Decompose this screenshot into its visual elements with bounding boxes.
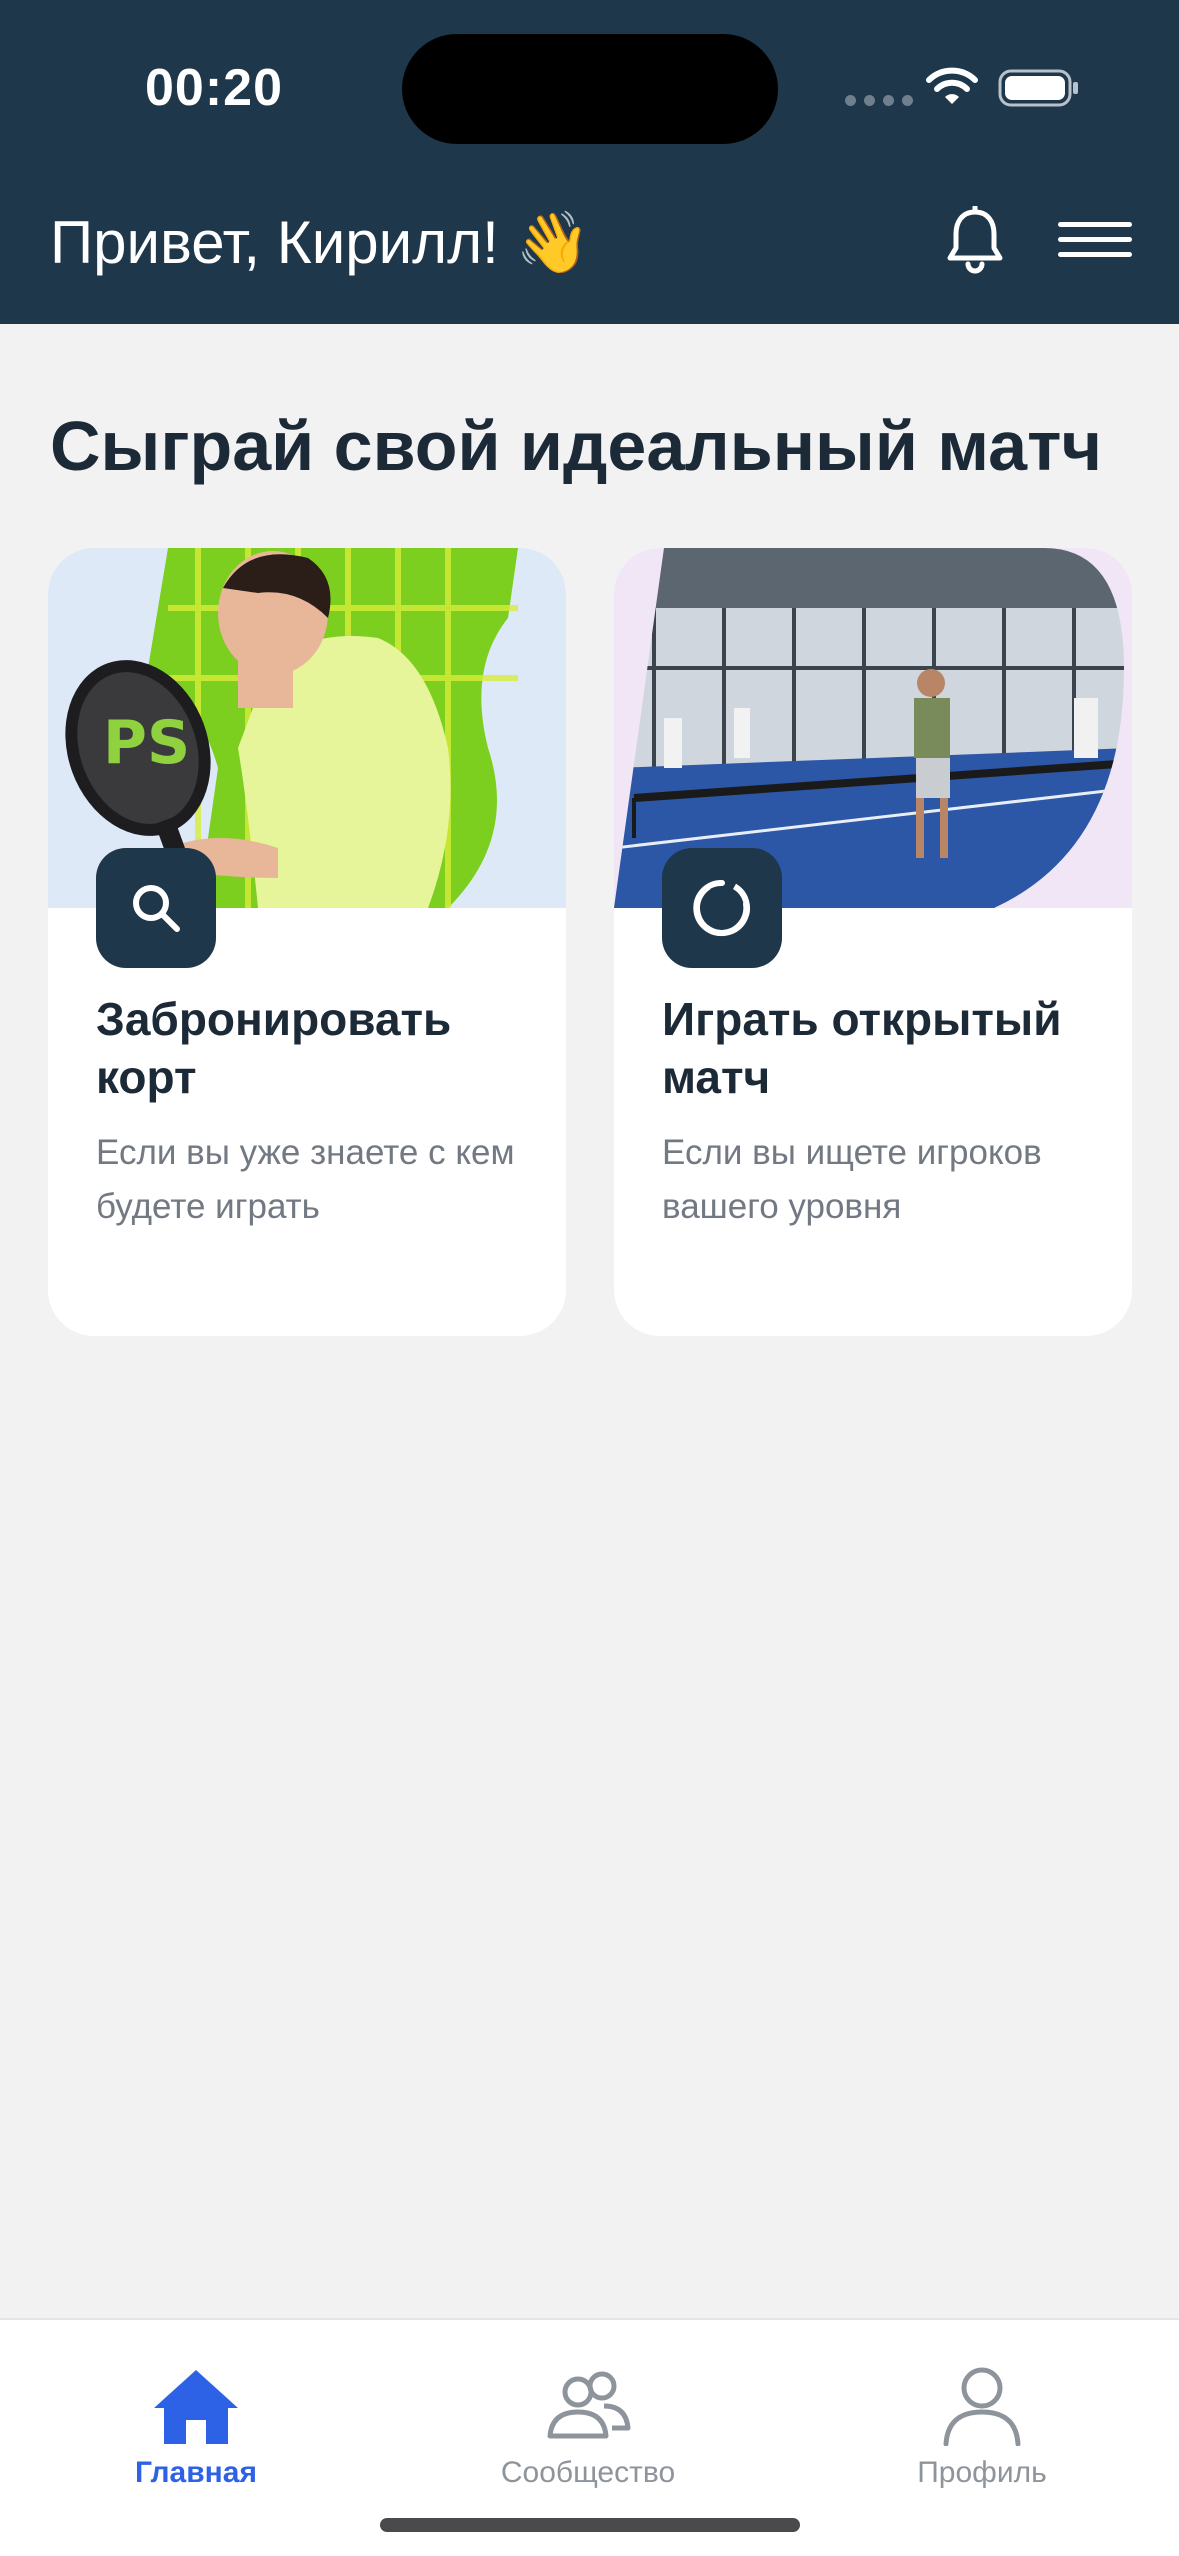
card-description: Если вы уже знаете с кем будете играть [96,1133,515,1226]
tab-home[interactable]: Главная [46,2320,346,2520]
bell-icon[interactable] [944,206,1006,274]
tab-community[interactable]: Сообщество [438,2320,738,2520]
home-icon [154,2370,238,2444]
hamburger-menu-icon[interactable] [1058,222,1132,258]
search-icon-button[interactable] [96,848,216,968]
tab-profile[interactable]: Профиль [832,2320,1132,2520]
card-description: Если вы ищете игроков вашего уровня [662,1133,1042,1226]
app-header: 00:20 Привет, Кирилл! 👋 [0,0,1179,324]
refresh-circle-icon [693,879,750,936]
cellular-signal-icon [845,95,913,106]
wifi-icon [926,67,978,104]
greeting-title: Привет, Кирилл! 👋 [50,209,591,276]
book-court-card[interactable]: PS Забронировать корт Если вы уже знаете… [48,548,566,1336]
page-title: Сыграй свой идеальный матч [50,407,1103,485]
profile-icon [943,2367,1021,2446]
search-icon [133,885,180,932]
dynamic-island [402,34,778,144]
home-indicator[interactable] [380,2518,800,2532]
svg-text:PS: PS [103,708,190,778]
tab-label: Сообщество [500,2456,676,2489]
open-match-icon-button[interactable] [662,848,782,968]
open-match-card[interactable]: Играть открытый матч Если вы ищете игрок… [614,548,1132,1336]
tab-label: Главная [134,2456,257,2489]
community-icon [547,2371,631,2439]
card-title: Играть открытый матч [662,993,1062,1103]
status-time: 00:20 [145,59,283,117]
tab-label: Профиль [917,2456,1047,2489]
card-title: Забронировать корт [96,993,452,1103]
battery-icon [998,69,1078,107]
